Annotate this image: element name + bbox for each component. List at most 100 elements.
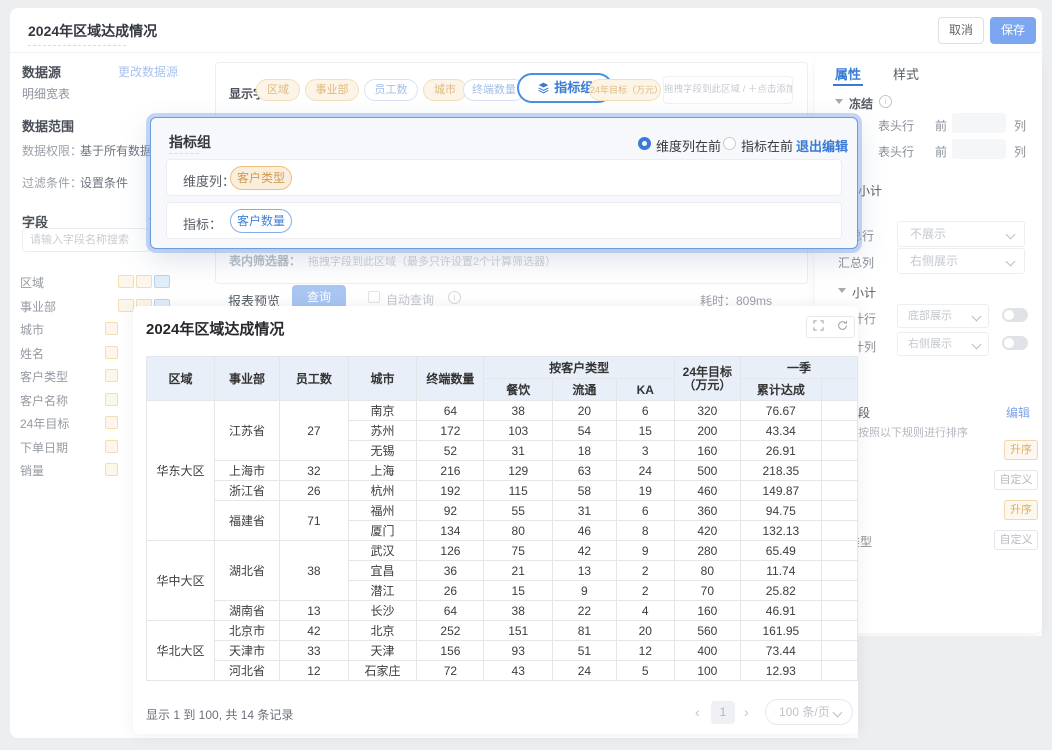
circulation-cell: 63 xyxy=(552,461,616,481)
terminal-cell: 126 xyxy=(417,541,484,561)
summary-col-select[interactable]: 右侧展示 xyxy=(897,248,1025,274)
ka-cell: 2 xyxy=(616,561,674,581)
dimension-pill[interactable]: 客户类型 xyxy=(230,166,292,190)
cumulative-cell: 149.87 xyxy=(740,481,821,501)
clipped-cell xyxy=(821,461,857,481)
fullscreen-button[interactable] xyxy=(806,316,831,338)
cumulative-cell: 65.49 xyxy=(740,541,821,561)
subtotal-row-select[interactable]: 底部展示 xyxy=(897,304,989,328)
save-button[interactable]: 保存 xyxy=(990,17,1036,44)
column-header-target[interactable]: 24年目标（万元） xyxy=(674,357,740,401)
circulation-cell: 81 xyxy=(552,621,616,641)
subtotal-row-toggle[interactable] xyxy=(1002,308,1028,322)
page-title-underline xyxy=(28,44,126,46)
page-size-select[interactable]: 100 条/页 xyxy=(765,699,853,725)
ka-cell: 3 xyxy=(616,441,674,461)
field-pill[interactable]: 终端数量 xyxy=(463,79,525,101)
catering-cell: 38 xyxy=(484,601,552,621)
catering-cell: 93 xyxy=(484,641,552,661)
summary-row-select[interactable]: 不展示 xyxy=(897,221,1025,247)
subtotal-col-select[interactable]: 右侧展示 xyxy=(897,332,989,356)
field-pill[interactable]: 员工数 xyxy=(364,79,418,101)
ka-cell: 12 xyxy=(616,641,674,661)
tab-properties[interactable]: 属性 xyxy=(835,64,861,83)
city-cell: 南京 xyxy=(348,401,417,421)
catering-cell: 43 xyxy=(484,661,552,681)
staff-cell: 42 xyxy=(280,621,349,641)
catering-cell: 31 xyxy=(484,441,552,461)
column-header-clipped xyxy=(821,379,857,401)
subtotal-col-toggle[interactable] xyxy=(1002,336,1028,350)
column-header[interactable]: 终端数量 xyxy=(417,357,484,401)
refresh-icon xyxy=(837,320,848,331)
freeze-count-input[interactable] xyxy=(952,139,1006,159)
target-cell: 160 xyxy=(674,441,740,461)
table-row: 华中大区湖北省38武汉1267542928065.49 xyxy=(147,541,858,561)
report-card: 2024年区域达成情况 区域事业部员工数城市终端数量按客户类型24年目标（万元）… xyxy=(133,306,858,734)
column-subheader[interactable]: 流通 xyxy=(552,379,616,401)
table-row: 上海市32上海2161296324500218.35 xyxy=(147,461,858,481)
field-type-badge xyxy=(105,393,118,406)
table-row: 华北大区北京市42北京2521518120560161.95 xyxy=(147,621,858,641)
staff-cell: 12 xyxy=(280,661,349,681)
circulation-cell: 42 xyxy=(552,541,616,561)
field-pill-target[interactable]: 24年目标（万元） xyxy=(589,79,661,101)
sort-edit-link[interactable]: 编辑 xyxy=(1006,404,1030,421)
column-header[interactable]: 城市 xyxy=(348,357,417,401)
clipped-cell xyxy=(821,541,857,561)
sort-order-badge[interactable]: 升序 xyxy=(1004,500,1038,520)
drop-area[interactable]: 拖拽字段到此区域 / ＋点击添加 xyxy=(663,76,793,104)
cancel-button[interactable]: 取消 xyxy=(938,17,984,44)
cumulative-cell: 94.75 xyxy=(740,501,821,521)
catering-cell: 38 xyxy=(484,401,552,421)
change-datasource-link[interactable]: 更改数据源 xyxy=(118,63,178,80)
freeze-section-label: 冻结 xyxy=(849,95,873,112)
refresh-button[interactable] xyxy=(830,316,855,338)
data-permission-label: 数据权限： xyxy=(22,142,82,159)
pager-next[interactable]: › xyxy=(744,704,749,720)
field-pill[interactable]: 事业部 xyxy=(305,79,359,101)
auto-query-checkbox[interactable] xyxy=(368,291,380,303)
column-header-cumulative[interactable]: 累计达成 xyxy=(740,379,821,401)
tab-style[interactable]: 样式 xyxy=(893,64,919,83)
freeze-suffix-label: 列 xyxy=(1014,143,1026,160)
field-search-input[interactable]: 请输入字段名称搜索 xyxy=(22,228,150,252)
collapse-icon-freeze[interactable] xyxy=(835,99,843,104)
field-pill[interactable]: 城市 xyxy=(423,79,467,101)
dimension-label: 维度列： xyxy=(183,171,235,190)
region-cell: 华中大区 xyxy=(147,541,215,621)
city-cell: 天津 xyxy=(348,641,417,661)
column-header-quarter[interactable]: 一季 xyxy=(740,357,857,379)
sort-order-badge[interactable]: 升序 xyxy=(1004,440,1038,460)
terminal-cell: 134 xyxy=(417,521,484,541)
filter-condition-value[interactable]: 设置条件 xyxy=(80,174,128,191)
sort-order-badge[interactable]: 自定义 xyxy=(994,530,1038,550)
ka-cell: 4 xyxy=(616,601,674,621)
clipped-cell xyxy=(821,421,857,441)
field-type-badge xyxy=(105,463,118,476)
pager-prev[interactable]: ‹ xyxy=(695,704,700,720)
field-pill[interactable]: 区域 xyxy=(256,79,300,101)
column-header[interactable]: 事业部 xyxy=(215,357,280,401)
target-cell: 360 xyxy=(674,501,740,521)
cumulative-cell: 26.91 xyxy=(740,441,821,461)
radio-dimension-first[interactable] xyxy=(638,137,651,150)
column-header[interactable]: 员工数 xyxy=(280,357,349,401)
target-cell: 280 xyxy=(674,541,740,561)
target-cell: 560 xyxy=(674,621,740,641)
province-cell: 福建省 xyxy=(215,501,280,541)
column-subheader[interactable]: KA xyxy=(616,379,674,401)
column-subheader[interactable]: 餐饮 xyxy=(484,379,552,401)
exit-edit-link[interactable]: 退出编辑 xyxy=(796,136,848,155)
clipped-cell xyxy=(821,601,857,621)
data-permission-value[interactable]: 基于所有数据 xyxy=(80,142,152,159)
measure-pill[interactable]: 客户数量 xyxy=(230,209,292,233)
sort-order-badge[interactable]: 自定义 xyxy=(994,470,1038,490)
radio-measure-first[interactable] xyxy=(723,137,736,150)
pager-page-1[interactable]: 1 xyxy=(711,701,735,724)
cumulative-cell: 25.82 xyxy=(740,581,821,601)
freeze-count-input[interactable] xyxy=(952,113,1006,133)
column-header[interactable]: 区域 xyxy=(147,357,215,401)
column-header-customer-group[interactable]: 按客户类型 xyxy=(484,357,674,379)
city-cell: 宜昌 xyxy=(348,561,417,581)
